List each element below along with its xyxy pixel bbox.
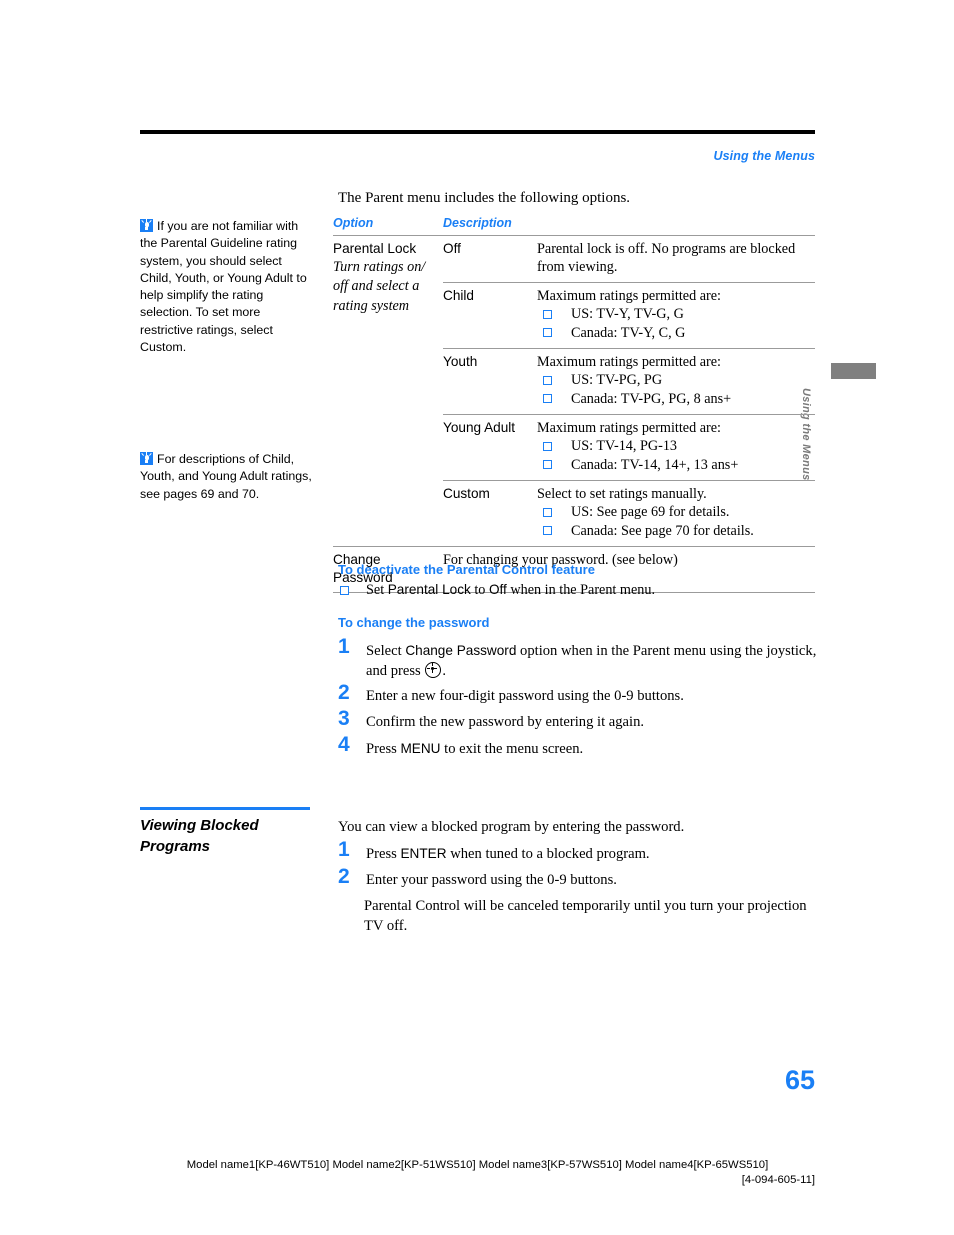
cell-value: Child xyxy=(443,282,537,349)
square-bullet-icon xyxy=(543,326,552,337)
square-bullet-icon xyxy=(340,584,349,595)
square-bullet-icon xyxy=(543,524,552,535)
option-name: Parental Lock xyxy=(333,241,417,256)
cell-value: Youth xyxy=(443,348,537,415)
cell-value: Off xyxy=(443,241,461,256)
cell-description: Select to set ratings manually. US: See … xyxy=(537,480,816,547)
bullet-list: US: See page 69 for details. Canada: See… xyxy=(537,503,809,540)
side-tab-marker xyxy=(831,363,876,379)
procedure-heading-change-password: To change the password xyxy=(338,615,490,630)
procedure-step: 1 Select Change Password option when in t… xyxy=(338,635,817,679)
option-subtitle: Turn ratings on/ off and select a rating… xyxy=(333,258,426,314)
footer-document-code: [4-094-605-11] xyxy=(741,1174,815,1186)
bullet-list: US: TV-PG, PG Canada: TV-PG, PG, 8 ans+ xyxy=(537,371,809,408)
cell-description: Maximum ratings permitted are: US: TV-Y,… xyxy=(537,282,816,349)
step-number: 1 xyxy=(338,635,350,658)
ui-term: MENU xyxy=(400,741,441,756)
list-item: US: See page 69 for details. xyxy=(537,503,809,522)
square-bullet-icon xyxy=(543,458,552,469)
step-number: 2 xyxy=(338,865,350,888)
margin-tip: For descriptions of Child, Youth, and Yo… xyxy=(140,451,315,503)
section-rule xyxy=(140,807,310,810)
procedure-bullet-item: Set Parental Lock to Off when in the Par… xyxy=(338,581,836,599)
running-head: Using the Menus xyxy=(713,149,815,163)
procedure-step: 1 Press ENTER when tuned to a blocked pro… xyxy=(338,838,650,862)
procedure-heading-deactivate: To deactivate the Parental Control featu… xyxy=(338,562,595,577)
section-intro: You can view a blocked program by enteri… xyxy=(338,819,685,835)
square-bullet-icon xyxy=(543,307,552,319)
procedure-step: 3 Confirm the new password by entering it… xyxy=(338,707,645,730)
step-number: 4 xyxy=(338,733,350,756)
list-item: US: TV-PG, PG xyxy=(537,371,809,390)
parent-menu-options-table: Option Description Parental Lock Turn ra… xyxy=(333,216,816,593)
square-bullet-icon xyxy=(543,392,552,403)
list-item: Canada: TV-PG, PG, 8 ans+ xyxy=(537,390,809,409)
bullet-list: US: TV-Y, TV-G, G Canada: TV-Y, C, G xyxy=(537,305,809,342)
procedure-step: 2 Enter your password using the 0-9 butto… xyxy=(338,865,617,888)
list-item: Canada: See page 70 for details. xyxy=(537,522,809,541)
list-item: US: TV-14, PG-13 xyxy=(537,437,809,456)
cell-value: Custom xyxy=(443,480,537,547)
ui-term: Parental Lock xyxy=(387,582,471,597)
table-row: Parental Lock Turn ratings on/ off and s… xyxy=(333,236,815,314)
list-item: Canada: TV-Y, C, G xyxy=(537,324,809,343)
header-rule xyxy=(140,130,815,134)
cell-description: Maximum ratings permitted are: US: TV-14… xyxy=(537,414,816,481)
square-bullet-icon xyxy=(543,505,552,517)
footer-model-names: Model name1[KP-46WT510] Model name2[KP-5… xyxy=(186,1159,769,1171)
ui-term: ENTER xyxy=(400,846,447,861)
section-title: Viewing Blocked Programs xyxy=(140,817,259,855)
list-item: Canada: TV-14, 14+, 13 ans+ xyxy=(537,456,809,475)
lightbulb-tip-icon xyxy=(140,219,153,232)
column-header-option: Option xyxy=(333,216,443,236)
bullet-list: US: TV-14, PG-13 Canada: TV-14, 14+, 13 … xyxy=(537,437,809,474)
procedure-step: 2 Enter a new four-digit password using t… xyxy=(338,681,684,704)
square-bullet-icon xyxy=(543,439,552,451)
ui-term: Off xyxy=(488,582,507,597)
cell-description: Parental lock is off. No programs are bl… xyxy=(537,241,796,275)
step-number: 1 xyxy=(338,838,350,861)
section-note: Parental Control will be canceled tempor… xyxy=(364,898,807,934)
column-header-description: Description xyxy=(443,216,816,236)
step-number: 3 xyxy=(338,707,350,730)
page-number: 65 xyxy=(784,1065,815,1095)
list-item: US: TV-Y, TV-G, G xyxy=(537,305,809,324)
procedure-step: 4 Press MENU to exit the menu screen. xyxy=(338,733,584,757)
joystick-button-icon xyxy=(425,661,442,678)
margin-tip-text: If you are not familiar with the Parenta… xyxy=(140,219,307,355)
cell-option: Parental Lock Turn ratings on/ off and s… xyxy=(333,236,443,547)
square-bullet-icon xyxy=(543,373,552,385)
step-number: 2 xyxy=(338,681,350,704)
cell-value: Young Adult xyxy=(443,414,537,481)
table-header-row: Option Description xyxy=(333,216,816,236)
margin-tip: If you are not familiar with the Parenta… xyxy=(140,218,315,356)
ui-term: Change Password xyxy=(405,643,517,658)
intro-paragraph: The Parent menu includes the following o… xyxy=(338,190,631,206)
margin-tip-text: For descriptions of Child, Youth, and Yo… xyxy=(140,452,312,501)
cell-description: Maximum ratings permitted are: US: TV-PG… xyxy=(537,348,816,415)
lightbulb-tip-icon xyxy=(140,452,153,465)
